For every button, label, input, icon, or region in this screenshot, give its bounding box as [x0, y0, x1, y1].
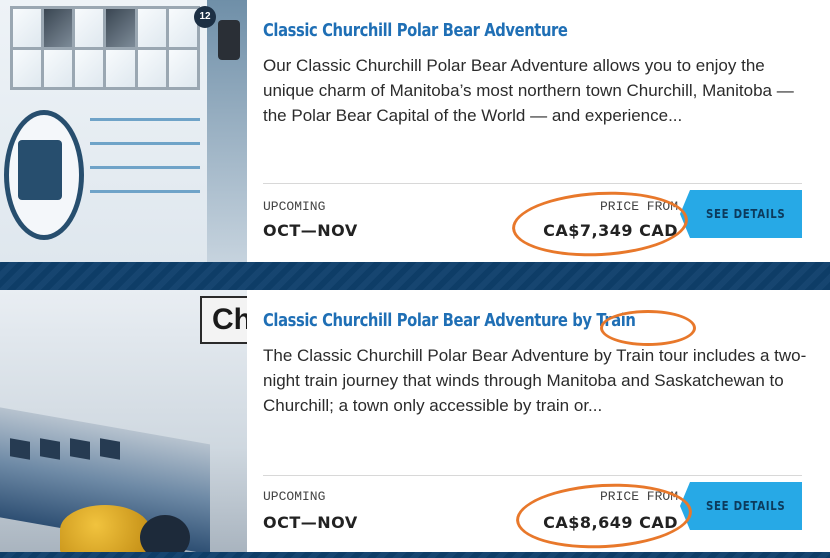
see-details-label: SEE DETAILS [706, 207, 786, 221]
tour-title-link[interactable]: Classic Churchill Polar Bear Adventure [263, 20, 568, 41]
tour-image-bus[interactable]: 12 [0, 0, 247, 262]
bus-number-badge: 12 [194, 6, 216, 28]
bus-stripe [90, 166, 200, 169]
yellow-hat-figure [60, 505, 150, 552]
bus-stripe [90, 142, 200, 145]
station-sign: Ch [200, 296, 247, 344]
train-window [70, 438, 90, 460]
train-window [40, 438, 60, 460]
tour-card: 12 Classic Churchill Polar Bear Adventur… [0, 0, 830, 262]
price-from-label: PRICE FROM [599, 489, 678, 504]
tour-description: The Classic Churchill Polar Bear Adventu… [263, 346, 807, 415]
camera-figure [218, 20, 240, 60]
tour-content: Classic Churchill Polar Bear Adventure O… [263, 0, 830, 262]
tour-content: Classic Churchill Polar Bear Adventure b… [263, 290, 830, 552]
train-window [10, 438, 30, 460]
bus-logo-center [18, 140, 62, 200]
bus-stripe [90, 190, 200, 193]
bus-windows [10, 6, 200, 90]
price-from-label: PRICE FROM [599, 199, 678, 214]
tour-image-train[interactable]: Ch [0, 290, 247, 552]
upcoming-label: UPCOMING [263, 199, 326, 214]
person-figure [140, 515, 190, 552]
price-value: CA$8,649 CAD [543, 513, 678, 532]
divider [263, 475, 802, 476]
divider [263, 183, 802, 184]
bus-stripe [90, 118, 200, 121]
tour-title-link[interactable]: Classic Churchill Polar Bear Adventure b… [263, 310, 636, 331]
tour-description: Our Classic Churchill Polar Bear Adventu… [263, 56, 794, 125]
price-value: CA$7,349 CAD [543, 221, 678, 240]
see-details-button[interactable]: SEE DETAILS [680, 190, 802, 238]
upcoming-label: UPCOMING [263, 489, 326, 504]
upcoming-dates: OCT—NOV [263, 513, 358, 532]
see-details-button[interactable]: SEE DETAILS [680, 482, 802, 530]
tour-card: Ch Classic Churchill Polar Bear Adventur… [0, 290, 830, 552]
train-window [100, 438, 120, 460]
see-details-label: SEE DETAILS [706, 499, 786, 513]
upcoming-dates: OCT—NOV [263, 221, 358, 240]
